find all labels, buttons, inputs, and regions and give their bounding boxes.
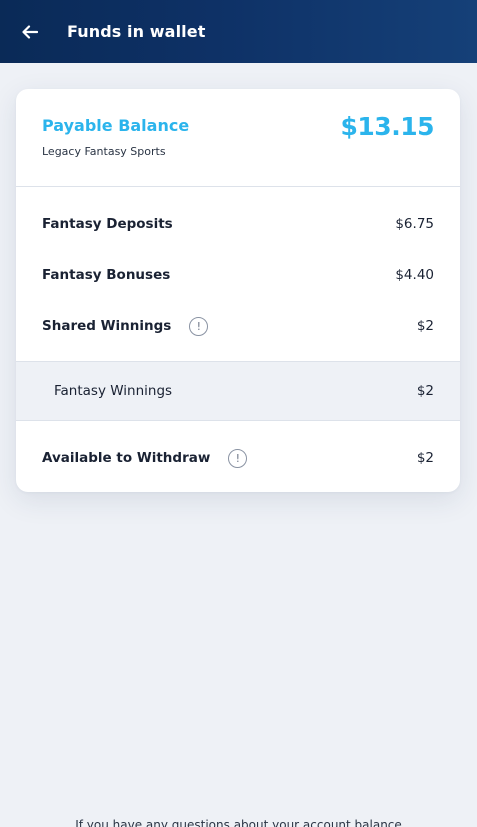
arrow-left-icon	[22, 24, 38, 39]
fantasy-winnings-label: Fantasy Winnings	[54, 383, 173, 399]
fantasy-bonuses-label: Fantasy Bonuses	[42, 267, 171, 283]
wallet-card: Payable Balance Legacy Fantasy Sports $1…	[16, 89, 460, 492]
available-to-withdraw-row: Available to Withdraw ! $2	[16, 432, 460, 484]
fantasy-deposits-row: Fantasy Deposits $6.75	[16, 198, 460, 250]
shared-winnings-label-group: Shared Winnings !	[42, 316, 209, 336]
withdraw-label-group: Available to Withdraw !	[42, 448, 248, 468]
fantasy-winnings-value: $2	[416, 383, 434, 399]
fantasy-bonuses-row: Fantasy Bonuses $4.40	[16, 249, 460, 301]
balance-section: Payable Balance Legacy Fantasy Sports $1…	[16, 89, 460, 187]
payable-balance-label: Payable Balance	[42, 116, 190, 135]
shared-winnings-row: Shared Winnings ! $2	[16, 300, 460, 352]
back-button[interactable]	[0, 0, 60, 63]
payable-balance-amount: $13.15	[340, 112, 435, 141]
balance-subtitle: Legacy Fantasy Sports	[42, 145, 166, 158]
shared-winnings-label: Shared Winnings	[42, 318, 172, 334]
available-to-withdraw-value: $2	[416, 450, 434, 466]
fantasy-winnings-row: Fantasy Winnings $2	[16, 361, 460, 421]
page-title: Funds in wallet	[67, 22, 206, 41]
shared-winnings-value: $2	[416, 318, 434, 334]
footer-help-text: If you have any questions about your acc…	[75, 818, 402, 827]
app-header: Funds in wallet	[0, 0, 477, 63]
fantasy-deposits-label: Fantasy Deposits	[42, 216, 173, 232]
available-to-withdraw-label: Available to Withdraw	[42, 450, 211, 466]
fantasy-bonuses-value: $4.40	[395, 267, 434, 283]
info-icon[interactable]: !	[228, 448, 248, 468]
fantasy-deposits-value: $6.75	[395, 216, 434, 232]
info-icon[interactable]: !	[189, 316, 209, 336]
